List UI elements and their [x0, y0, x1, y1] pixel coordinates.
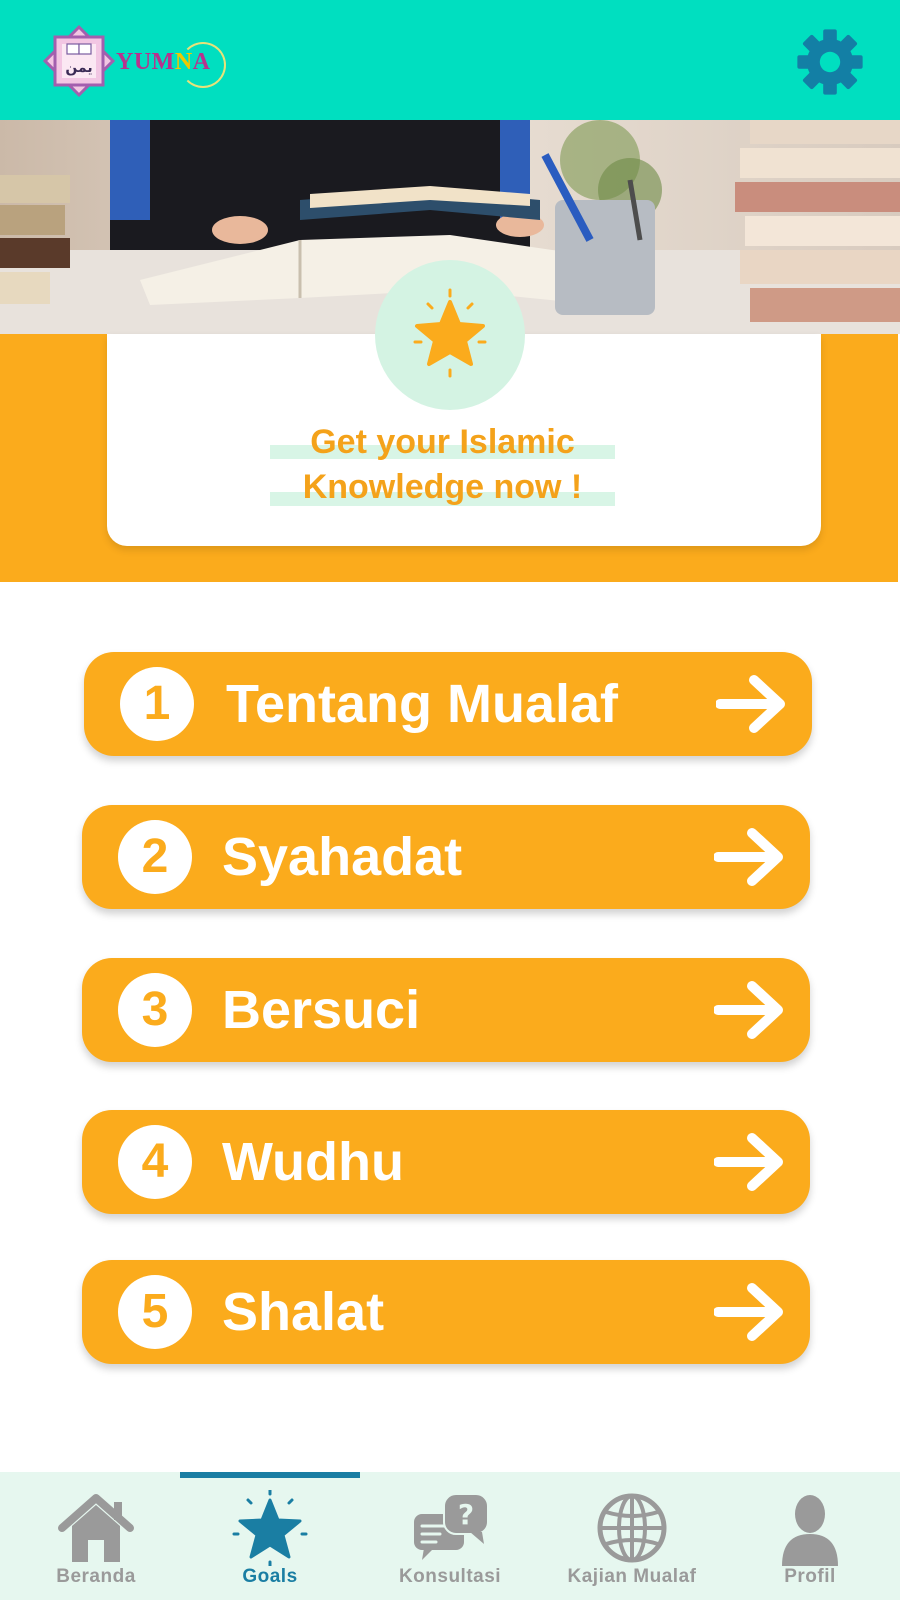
svg-text:يمن: يمن [65, 60, 92, 76]
arrow-right-icon [714, 1283, 783, 1341]
nav-item-konsultasi[interactable]: ? Konsultasi [360, 1490, 540, 1600]
menu-number: 4 [118, 1125, 192, 1199]
user-icon [782, 1495, 838, 1566]
nav-item-profil[interactable]: Profil [720, 1490, 900, 1600]
logo-crescent [180, 42, 226, 88]
globe-icon [597, 1493, 667, 1563]
nav-item-kajian-mualaf[interactable]: Kajian Mualaf [542, 1490, 722, 1600]
menu-label: Bersuci [222, 980, 421, 1040]
logo-badge-icon: يمن [42, 24, 116, 98]
app-logo[interactable]: يمن YUMNA [40, 22, 226, 102]
headline-line-1: Get your Islamic [310, 423, 575, 461]
headline-line-2: Knowledge now ! [302, 468, 583, 506]
menu-number: 1 [120, 667, 194, 741]
arrow-right-icon [714, 828, 783, 886]
gear-icon[interactable] [796, 28, 864, 96]
arrow-right-icon [716, 675, 785, 733]
star-icon [413, 288, 487, 378]
menu-item-syahadat[interactable]: 2 Syahadat [82, 805, 810, 909]
star-badge [375, 260, 525, 410]
menu-item-shalat[interactable]: 5 Shalat [82, 1260, 810, 1364]
menu-label: Syahadat [222, 827, 463, 887]
chat-question-icon: ? [414, 1493, 489, 1560]
menu-label: Tentang Mualaf [226, 674, 619, 734]
menu-label: Shalat [222, 1282, 385, 1342]
star-icon [232, 1490, 308, 1566]
menu-label: Wudhu [222, 1132, 404, 1192]
nav-label: Profil [784, 1566, 836, 1587]
headline-text: Get your Islamic Knowledge now ! [270, 420, 615, 510]
menu-number: 2 [118, 820, 192, 894]
nav-item-beranda[interactable]: Beranda [6, 1490, 186, 1600]
menu-item-wudhu[interactable]: 4 Wudhu [82, 1110, 810, 1214]
menu-number: 3 [118, 973, 192, 1047]
menu-item-tentang-mualaf[interactable]: 1 Tentang Mualaf [84, 652, 812, 756]
nav-item-goals[interactable]: Goals [180, 1490, 360, 1600]
app-header: يمن YUMNA [0, 0, 900, 120]
arrow-right-icon [714, 981, 783, 1039]
menu-number: 5 [118, 1275, 192, 1349]
nav-label: Beranda [56, 1566, 136, 1587]
home-icon [58, 1494, 134, 1562]
nav-label: Konsultasi [398, 1566, 502, 1587]
svg-text:?: ? [458, 1498, 474, 1531]
arrow-right-icon [714, 1133, 783, 1191]
nav-active-indicator [180, 1472, 360, 1478]
menu-item-bersuci[interactable]: 3 Bersuci [82, 958, 810, 1062]
nav-label: Goals [242, 1566, 298, 1587]
nav-label: Kajian Mualaf [567, 1566, 697, 1587]
